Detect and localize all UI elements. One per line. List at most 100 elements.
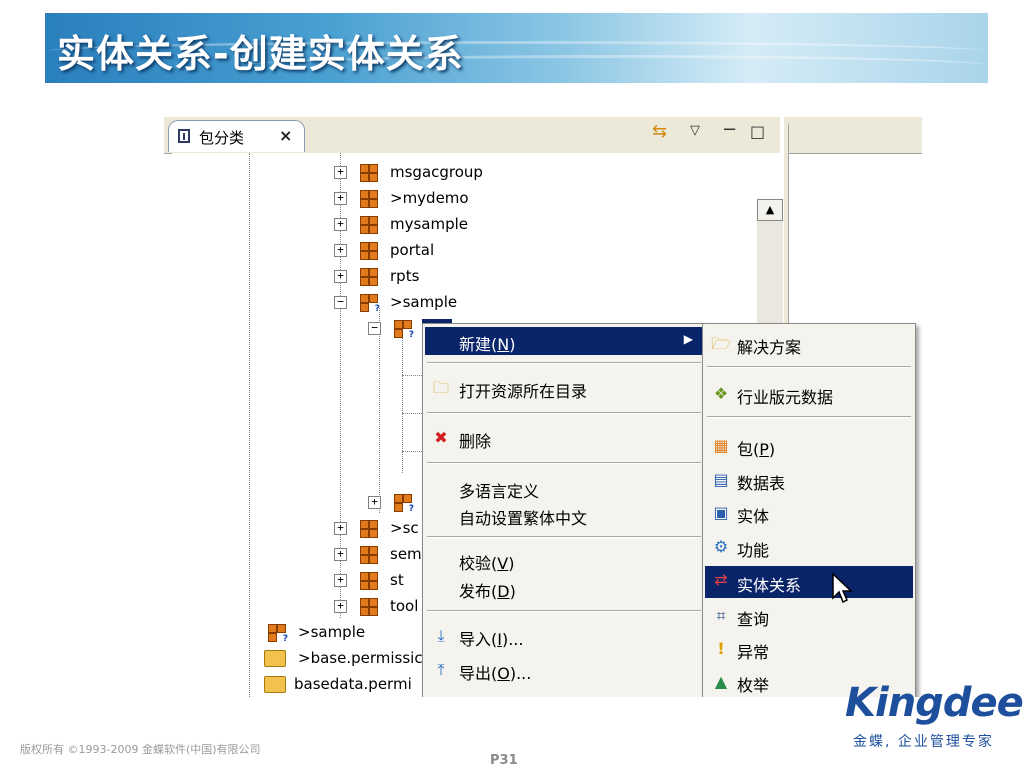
node-label: tool xyxy=(390,597,419,615)
menu-label: 校验(V) xyxy=(459,550,514,574)
metadata-icon: ❖ xyxy=(713,384,729,403)
folder-package-icon xyxy=(264,676,286,693)
node-label: st xyxy=(390,571,404,589)
label-text: 包( xyxy=(737,440,760,459)
menu-item-open-directory[interactable]: 🗀 打开资源所在目录 xyxy=(425,374,703,402)
node-label: >sample xyxy=(298,623,366,641)
package-unknown-icon: ? xyxy=(268,624,288,644)
expand-icon[interactable]: + xyxy=(334,270,347,283)
node-label: msgacgroup xyxy=(390,163,483,181)
menu-separator xyxy=(427,610,701,612)
tree-guide xyxy=(402,451,424,452)
menu-label: 多语言定义 xyxy=(459,482,540,501)
menu-item-auto-traditional[interactable]: 自动设置繁体中文 xyxy=(425,501,703,529)
expand-icon[interactable]: + xyxy=(334,522,347,535)
submenu-item-query[interactable]: ⌗ 查询 xyxy=(705,602,913,630)
menu-item-verify[interactable]: 校验(V) xyxy=(425,546,703,574)
package-unknown-icon: ? xyxy=(360,294,380,314)
label-tail: ) xyxy=(508,554,515,573)
title-banner: 实体关系-创建实体关系 xyxy=(45,13,988,83)
collapse-icon[interactable]: − xyxy=(334,296,347,309)
mnemonic: D xyxy=(497,582,510,601)
import-icon: ⤓ xyxy=(437,626,445,645)
menu-separator xyxy=(427,362,701,364)
kingdee-logo: Kingdee xyxy=(845,680,1024,726)
tab-package-category[interactable]: 包分类 × xyxy=(168,120,305,152)
submenu-item-solution[interactable]: 🗁 解决方案 xyxy=(705,330,913,358)
menu-item-publish[interactable]: 发布(D) xyxy=(425,574,703,602)
menu-item-delete[interactable]: ✖ 删除 xyxy=(425,424,703,452)
export-icon: ⤒ xyxy=(437,660,445,679)
menu-label: 新建(N) xyxy=(459,331,515,355)
package-unknown-icon: ? xyxy=(394,494,414,514)
submenu-item-data-table[interactable]: ▤ 数据表 xyxy=(705,466,913,494)
mnemonic: O xyxy=(497,664,510,683)
menu-label: 数据表 xyxy=(737,474,786,493)
menu-label: 解决方案 xyxy=(737,338,802,357)
label-tail: )... xyxy=(501,630,524,649)
view-icon xyxy=(178,129,190,143)
menu-label: 导出(O)... xyxy=(459,660,531,684)
folder-open-icon: 🗀 xyxy=(432,378,449,397)
label-tail: ) xyxy=(509,335,516,354)
new-submenu: 🗁 解决方案 ❖ 行业版元数据 ▦ 包(P) ▤ 数据表 ▣ 实体 ⚙ 功能 ⇄… xyxy=(702,323,916,697)
label-text: 校验( xyxy=(459,554,498,573)
expand-icon[interactable]: + xyxy=(334,600,347,613)
submenu-item-industry-metadata[interactable]: ❖ 行业版元数据 xyxy=(705,380,913,408)
node-label: >sc xyxy=(390,519,419,537)
editor-tab-bar xyxy=(789,117,922,154)
label-text: 导出( xyxy=(459,664,498,683)
expand-icon[interactable]: + xyxy=(334,218,347,231)
enum-icon: ▲ xyxy=(714,672,728,691)
expand-icon[interactable]: + xyxy=(334,244,347,257)
mouse-cursor-icon xyxy=(832,573,853,604)
submenu-item-entity[interactable]: ▣ 实体 xyxy=(705,499,913,527)
package-icon xyxy=(360,164,378,182)
scroll-up-icon[interactable]: ▲ xyxy=(757,199,783,221)
collapse-icon[interactable]: − xyxy=(368,322,381,335)
menu-item-multilanguage[interactable]: 多语言定义 xyxy=(425,474,703,502)
tree-guide xyxy=(249,153,250,697)
submenu-arrow-icon: ▶ xyxy=(683,332,693,346)
table-icon: ▤ xyxy=(713,470,729,489)
expand-icon[interactable]: + xyxy=(334,166,347,179)
node-label: mysample xyxy=(390,215,469,233)
label-text: 导入( xyxy=(459,630,498,649)
expand-icon[interactable]: + xyxy=(334,548,347,561)
page-number: P31 xyxy=(490,753,518,768)
package-icon xyxy=(360,268,378,286)
menu-item-export[interactable]: ⤒ 导出(O)... xyxy=(425,656,703,684)
menu-separator xyxy=(427,462,701,464)
menu-separator xyxy=(427,412,701,414)
folder-package-icon xyxy=(264,650,286,667)
package-icon xyxy=(360,190,378,208)
label-tail: )... xyxy=(509,664,532,683)
view-tab-bar: 包分类 × ⇆ ▽ − □ xyxy=(164,117,780,154)
link-editor-icon[interactable]: ⇆ xyxy=(652,121,667,142)
label-text: 新建( xyxy=(459,335,498,354)
submenu-item-exception[interactable]: ! 异常 xyxy=(705,635,913,663)
menu-item-import[interactable]: ⤓ 导入(I)... xyxy=(425,622,703,650)
binoculars-icon: ⌗ xyxy=(716,606,726,625)
submenu-item-entity-relation[interactable]: ⇄ 实体关系 xyxy=(705,566,913,598)
node-label: sem xyxy=(390,545,422,563)
node-label: portal xyxy=(390,241,435,259)
maximize-icon[interactable]: □ xyxy=(750,122,765,141)
expand-icon[interactable]: + xyxy=(368,496,381,509)
menu-label: 功能 xyxy=(737,541,770,560)
submenu-item-package[interactable]: ▦ 包(P) xyxy=(705,432,913,460)
menu-label: 查询 xyxy=(737,610,770,629)
close-icon[interactable]: × xyxy=(279,126,292,145)
delete-icon: ✖ xyxy=(434,428,448,447)
package-new-icon: ▦ xyxy=(713,436,729,455)
expand-icon[interactable]: + xyxy=(334,192,347,205)
minimize-icon[interactable]: − xyxy=(722,119,737,140)
context-menu: 新建(N) ▶ 🗀 打开资源所在目录 ✖ 删除 多语言定义 自动设置繁体中文 校… xyxy=(422,323,706,697)
ide-screenshot: 包分类 × ⇆ ▽ − □ + msgacgroup + >mydemo + m… xyxy=(164,117,922,697)
expand-icon[interactable]: + xyxy=(334,574,347,587)
view-menu-icon[interactable]: ▽ xyxy=(690,123,700,138)
submenu-item-function[interactable]: ⚙ 功能 xyxy=(705,533,913,561)
tree-guide xyxy=(402,375,424,376)
menu-item-new[interactable]: 新建(N) ▶ xyxy=(425,327,703,355)
package-unknown-icon: ? xyxy=(394,320,414,340)
